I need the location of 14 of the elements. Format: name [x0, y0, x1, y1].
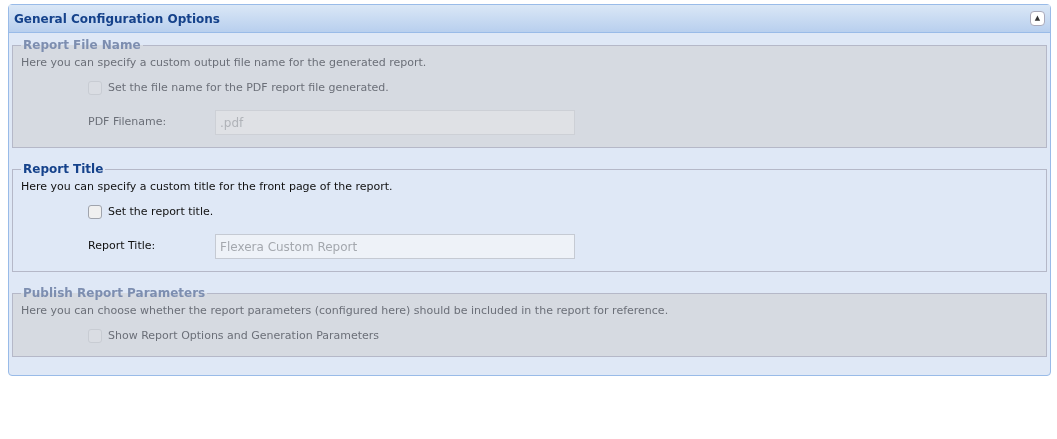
checkbox-label: Set the report title. [108, 203, 214, 220]
section-description: Here you can choose whether the report parameters (configured here) should be included in the report for reference. [21, 303, 670, 319]
panel-title: General Configuration Options [14, 10, 220, 28]
input-field[interactable]: Flexera Custom Report [215, 234, 575, 259]
checkbox-label: Show Report Options and Generation Parameters [108, 327, 380, 344]
section-description: Here you can specify a custom title for the front page of the report. [21, 179, 394, 195]
section-legend: Publish Report Parameters [21, 284, 208, 302]
section-description: Here you can specify a custom output file name for the generated report. [21, 55, 428, 71]
field-label: PDF Filename: [88, 114, 168, 131]
field-label: Report Title: [88, 238, 157, 255]
section-legend: Report Title [21, 160, 106, 178]
section-legend: Report File Name [21, 36, 143, 54]
checkbox[interactable] [88, 204, 102, 219]
checkbox-label: Set the file name for the PDF report file generated. [108, 79, 389, 96]
